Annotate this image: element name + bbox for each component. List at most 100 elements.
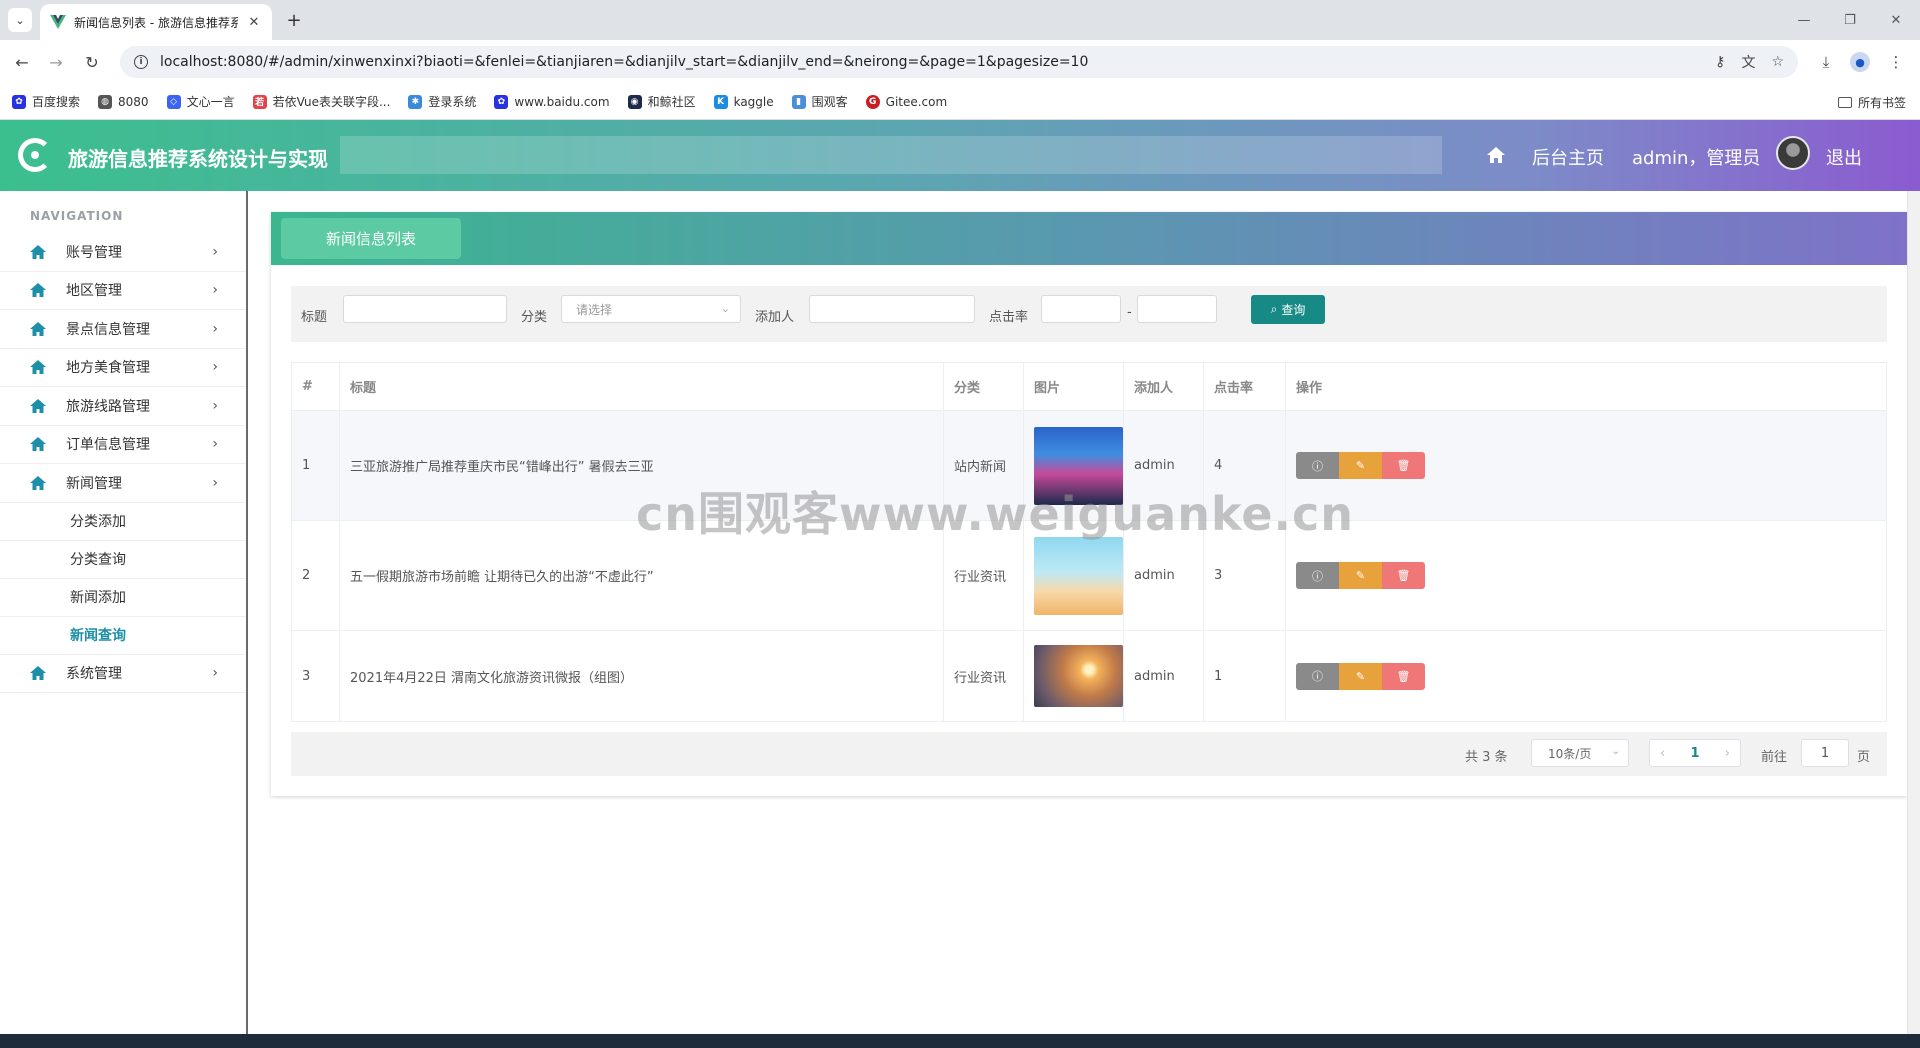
page-size-select[interactable]: 10条/页 ⌄ — [1531, 739, 1629, 767]
translate-icon[interactable]: 文 — [1741, 52, 1755, 72]
bookmark-item[interactable]: ▮ 围观客 — [791, 93, 848, 110]
current-page-number[interactable]: 1 — [1690, 746, 1699, 761]
profile-icon[interactable]: ● — [1848, 50, 1872, 74]
site-info-icon[interactable]: i — [134, 55, 148, 69]
ruoyi-icon: 若 — [252, 94, 267, 109]
delete-button[interactable]: 🗑 — [1382, 662, 1425, 690]
sidebar-item-account[interactable]: 账号管理 › — [0, 233, 246, 272]
browser-tab-strip: ⌄ 新闻信息列表 - 旅游信息推荐系... ✕ + — ❐ ✕ — [0, 0, 1920, 40]
bookmark-item[interactable]: G Gitee.com — [865, 94, 947, 109]
sidebar-subitem-news-add[interactable]: 新闻添加 — [0, 579, 246, 617]
news-thumbnail[interactable] — [1034, 645, 1123, 707]
sidebar-item-system[interactable]: 系统管理 › — [0, 655, 246, 693]
paw-icon: ✿ — [12, 94, 26, 109]
bookmark-item[interactable]: ✿ 百度搜索 — [12, 93, 80, 110]
detail-button[interactable]: ⓘ — [1296, 662, 1339, 690]
column-header: 点击率 — [1204, 363, 1286, 410]
detail-button[interactable]: ⓘ — [1296, 452, 1339, 479]
title-filter-input[interactable] — [343, 295, 507, 323]
sidebar-subitem-news-query[interactable]: 新闻查询 — [0, 617, 246, 655]
sidebar-item-food[interactable]: 地方美食管理 › — [0, 349, 246, 387]
home-icon — [30, 475, 46, 490]
chevron-right-icon: › — [212, 436, 218, 453]
edit-button[interactable]: ✎ — [1339, 662, 1382, 690]
sidebar-subitem-category-query[interactable]: 分类查询 — [0, 541, 246, 579]
prev-page-icon[interactable]: ‹ — [1660, 746, 1665, 761]
row-clicks: 1 — [1204, 631, 1286, 721]
chevron-right-icon: › — [212, 474, 218, 491]
table-row[interactable]: 3 2021年4月22日 渭南文化旅游资讯微报（组图） 行业资讯 admin 1… — [292, 631, 1886, 721]
column-header: 图片 — [1024, 363, 1124, 410]
column-header: 分类 — [944, 363, 1024, 410]
restore-icon[interactable]: ❐ — [1836, 8, 1864, 32]
browser-tab-active[interactable]: 新闻信息列表 - 旅游信息推荐系... ✕ — [40, 4, 272, 40]
chevron-down-icon: ⌄ — [720, 302, 730, 315]
home-icon[interactable] — [1486, 145, 1506, 165]
row-number: 2 — [292, 521, 340, 630]
back-arrow-icon[interactable]: ← — [10, 50, 34, 74]
bookmark-item[interactable]: ◇ 文心一言 — [166, 93, 235, 110]
edit-button[interactable]: ✎ — [1339, 452, 1382, 479]
bookmark-item[interactable]: ◍ 8080 — [98, 94, 149, 109]
adder-filter-input[interactable] — [809, 295, 975, 323]
sidebar-item-label: 订单信息管理 — [66, 437, 150, 454]
news-thumbnail[interactable] — [1034, 536, 1123, 615]
page-scrollbar[interactable] — [1907, 191, 1920, 1034]
next-page-icon[interactable]: › — [1725, 746, 1730, 761]
tab-news-list[interactable]: 新闻信息列表 — [281, 218, 461, 259]
category-select-placeholder: 请选择 — [576, 302, 613, 317]
sidebar-subitem-label-active: 新闻查询 — [70, 628, 126, 644]
sidebar-item-label: 旅游线路管理 — [66, 398, 150, 415]
logout-link[interactable]: 退出 — [1826, 144, 1862, 170]
new-tab-plus-icon[interactable]: + — [282, 8, 306, 32]
sidebar-item-routes[interactable]: 旅游线路管理 › — [0, 387, 246, 426]
close-window-icon[interactable]: ✕ — [1882, 8, 1910, 32]
header-decor-bar — [340, 136, 1442, 174]
home-icon — [30, 360, 46, 375]
home-icon — [30, 437, 46, 452]
address-bar[interactable]: i localhost:8080/#/admin/xinwenxinxi?bia… — [120, 46, 1798, 78]
bookmark-item[interactable]: 若若依Vue表关联字段... — [252, 93, 390, 110]
browser-menu-icon[interactable]: ⋮ — [1884, 50, 1908, 74]
search-button[interactable]: ⌕ 查询 — [1251, 295, 1325, 324]
download-icon[interactable]: ⤓ — [1814, 50, 1838, 74]
bookmark-item[interactable]: Kkaggle — [713, 94, 774, 109]
all-bookmarks-folder[interactable]: 所有书签 — [1837, 94, 1906, 111]
adder-filter-label: 添加人 — [755, 310, 795, 325]
sidebar-item-news[interactable]: 新闻管理 › — [0, 464, 246, 503]
sidebar-item-orders[interactable]: 订单信息管理 › — [0, 426, 246, 464]
click-rate-start-input[interactable] — [1041, 295, 1121, 323]
sidebar-subitem-category-add[interactable]: 分类添加 — [0, 503, 246, 541]
sidebar-item-region[interactable]: 地区管理 › — [0, 272, 246, 310]
search-form: 标题 分类 请选择 ⌄ 添加人 点击率 - ⌕ 查询 — [291, 286, 1887, 342]
home-link[interactable]: 后台主页 — [1532, 144, 1604, 170]
goto-page-input[interactable]: 1 — [1801, 739, 1849, 767]
minimize-icon[interactable]: — — [1790, 8, 1818, 32]
row-title: 2021年4月22日 渭南文化旅游资讯微报（组图） — [340, 631, 944, 721]
info-icon: ⓘ — [1312, 569, 1323, 583]
sidebar-item-scenic[interactable]: 景点信息管理 › — [0, 310, 246, 349]
close-tab-icon[interactable]: ✕ — [246, 15, 262, 30]
login-icon: ✱ — [408, 94, 423, 109]
edit-button[interactable]: ✎ — [1339, 562, 1382, 589]
forward-arrow-icon[interactable]: → — [44, 50, 68, 74]
delete-button[interactable]: 🗑 — [1382, 562, 1425, 589]
page-suffix-label: 页 — [1857, 750, 1871, 765]
reload-icon[interactable]: ↻ — [80, 50, 104, 74]
click-rate-end-input[interactable] — [1137, 295, 1217, 323]
tab-list-chevron-icon[interactable]: ⌄ — [8, 8, 32, 32]
category-select[interactable]: 请选择 ⌄ — [561, 295, 741, 323]
address-url[interactable]: localhost:8080/#/admin/xinwenxinxi?biaot… — [160, 54, 1699, 70]
bookmark-star-icon[interactable]: ☆ — [1771, 54, 1784, 70]
avatar[interactable] — [1776, 136, 1810, 170]
kaggle-icon: K — [713, 94, 728, 109]
sidebar-subitem-label: 分类查询 — [70, 552, 126, 568]
bookmark-item[interactable]: ✿ www.baidu.com — [494, 94, 610, 109]
bookmark-item[interactable]: ✱ 登录系统 — [408, 93, 476, 110]
wenxin-icon: ◇ — [166, 94, 181, 109]
row-number: 1 — [292, 411, 340, 520]
password-key-icon[interactable]: ⚷ — [1715, 54, 1725, 70]
delete-button[interactable]: 🗑 — [1382, 452, 1425, 479]
bookmark-item[interactable]: ◉ 和鲸社区 — [627, 93, 696, 110]
detail-button[interactable]: ⓘ — [1296, 562, 1339, 589]
